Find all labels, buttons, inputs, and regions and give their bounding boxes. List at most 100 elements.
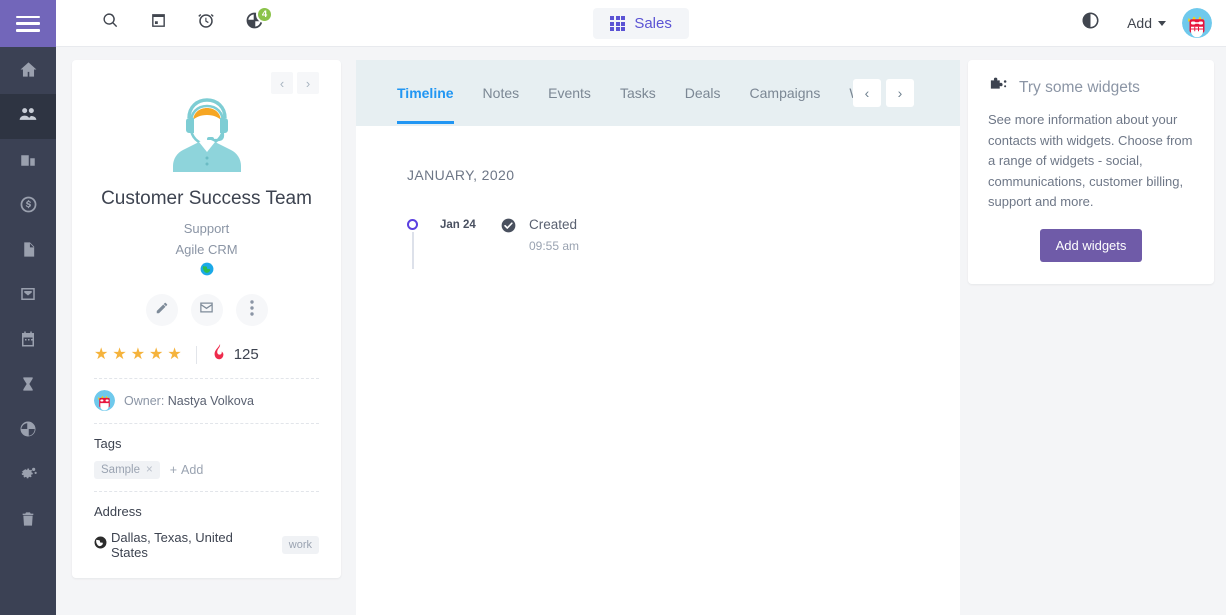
widgets-header: Try some widgets	[988, 76, 1194, 100]
user-avatar-button[interactable]	[1182, 8, 1212, 38]
address-value: Dallas, Texas, United States	[111, 530, 233, 560]
owner-text: Owner: Nastya Volkova	[124, 394, 254, 408]
tab-events[interactable]: Events	[548, 63, 591, 124]
people-icon	[18, 104, 38, 129]
sidebar-item-reports[interactable]	[0, 409, 56, 454]
more-options-button[interactable]	[235, 294, 268, 326]
contact-name: Customer Success Team	[101, 188, 312, 209]
sidebar-item-contacts[interactable]	[0, 94, 56, 139]
contact-actions	[94, 294, 319, 326]
star-icon[interactable]: ★	[131, 346, 145, 363]
star-icon[interactable]: ★	[112, 346, 126, 363]
add-menu-button[interactable]: Add	[1111, 15, 1182, 31]
timeline-month-header: JANUARY, 2020	[407, 167, 515, 183]
add-tag-button[interactable]: + Add	[170, 463, 204, 477]
remove-tag-icon[interactable]: ×	[146, 464, 153, 476]
widgets-title: Try some widgets	[1019, 79, 1140, 96]
owner-label: Owner:	[124, 393, 165, 408]
calendar-icon	[19, 330, 37, 353]
building-icon	[19, 150, 37, 173]
owner-avatar	[94, 390, 115, 411]
avatar	[1182, 8, 1212, 38]
tab-next-button[interactable]: ›	[886, 79, 914, 107]
sidebar-item-home[interactable]	[0, 49, 56, 94]
star-icon[interactable]: ★	[167, 346, 181, 363]
reminders-button[interactable]	[182, 0, 230, 47]
contact-card: ‹ › Customer Success Team Support Agile …	[72, 60, 341, 578]
plus-icon: +	[169, 463, 178, 477]
left-sidebar	[0, 0, 56, 615]
owner-row: Owner: Nastya Volkova	[94, 379, 319, 424]
add-tag-label: Add	[181, 463, 204, 477]
sales-switcher-button[interactable]: Sales	[593, 8, 689, 39]
sidebar-item-settings[interactable]	[0, 454, 56, 499]
sales-label: Sales	[634, 15, 672, 32]
address-type-badge: work	[281, 536, 319, 554]
envelope-icon	[199, 300, 214, 320]
puzzle-piece-icon	[988, 76, 1008, 100]
tab-prev-button[interactable]: ‹	[853, 79, 881, 107]
address-row: Dallas, Texas, United States work	[94, 530, 319, 560]
edit-contact-button[interactable]	[145, 294, 178, 326]
timeline-dot-icon	[407, 219, 418, 230]
timeline-entry-time: 09:55 am	[529, 239, 580, 253]
search-button[interactable]	[86, 0, 134, 47]
lead-score-value: 125	[233, 346, 259, 363]
star-icon[interactable]: ★	[94, 346, 108, 363]
calendar-icon	[150, 12, 167, 34]
sidebar-item-deals[interactable]	[0, 184, 56, 229]
home-icon	[19, 60, 38, 84]
gears-icon	[19, 465, 38, 489]
hamburger-menu-icon	[16, 15, 40, 32]
timeline-connector	[412, 232, 414, 269]
search-icon	[102, 12, 119, 34]
dollar-icon	[19, 195, 38, 219]
globe-icon	[94, 536, 107, 554]
alarm-clock-icon	[197, 12, 215, 35]
trash-icon	[20, 510, 36, 533]
contact-avatar	[94, 96, 319, 174]
tab-deals[interactable]: Deals	[685, 63, 721, 124]
sidebar-item-documents[interactable]	[0, 229, 56, 274]
tab-campaigns[interactable]: Campaigns	[750, 63, 821, 124]
previous-contact-button[interactable]: ‹	[271, 72, 293, 94]
calendar-button[interactable]	[134, 0, 182, 47]
theme-toggle-button[interactable]	[1069, 11, 1111, 35]
vertical-dots-icon	[249, 299, 254, 321]
globe-icon	[200, 262, 214, 281]
next-contact-button[interactable]: ›	[297, 72, 319, 94]
hamburger-menu-button[interactable]	[0, 0, 56, 47]
contact-pager: ‹ ›	[94, 60, 319, 94]
contact-website-link[interactable]	[94, 262, 319, 281]
reports-button[interactable]: 4	[230, 0, 278, 47]
rating-row: ★ ★ ★ ★ ★ 125	[94, 344, 319, 379]
crm-app: 4 Sales Add ‹ › Customer Success Team Su…	[0, 0, 1226, 615]
tab-pager: ‹ ›	[853, 79, 914, 107]
tab-tasks[interactable]: Tasks	[620, 63, 656, 124]
add-widgets-button[interactable]: Add widgets	[1039, 228, 1143, 262]
sidebar-item-companies[interactable]	[0, 139, 56, 184]
pencil-icon	[155, 301, 169, 320]
tag-chip[interactable]: Sample ×	[94, 461, 160, 479]
sidebar-item-inbox[interactable]	[0, 274, 56, 319]
sidebar-item-calendar[interactable]	[0, 319, 56, 364]
tab-notes[interactable]: Notes	[483, 63, 520, 124]
top-bar: 4 Sales Add	[56, 0, 1226, 47]
sidebar-item-trash[interactable]	[0, 499, 56, 544]
send-email-button[interactable]	[190, 294, 223, 326]
contact-role: Support	[183, 221, 230, 236]
timeline-entry: Jan 24 Created 09:55 am	[407, 216, 960, 269]
check-circle-icon	[501, 218, 516, 238]
tab-timeline[interactable]: Timeline	[397, 63, 454, 124]
grid-icon	[610, 15, 626, 32]
topbar-right: Add	[1069, 8, 1226, 38]
chevron-down-icon	[1158, 20, 1166, 26]
tags-row: Sample × + Add	[94, 461, 319, 492]
sidebar-item-workflows[interactable]	[0, 364, 56, 409]
hourglass-icon	[20, 375, 36, 398]
star-icon[interactable]: ★	[149, 346, 163, 363]
tag-label: Sample	[101, 464, 140, 476]
widgets-panel: Try some widgets See more information ab…	[968, 60, 1214, 284]
star-rating[interactable]: ★ ★ ★ ★ ★	[94, 346, 182, 363]
divider	[195, 345, 197, 364]
